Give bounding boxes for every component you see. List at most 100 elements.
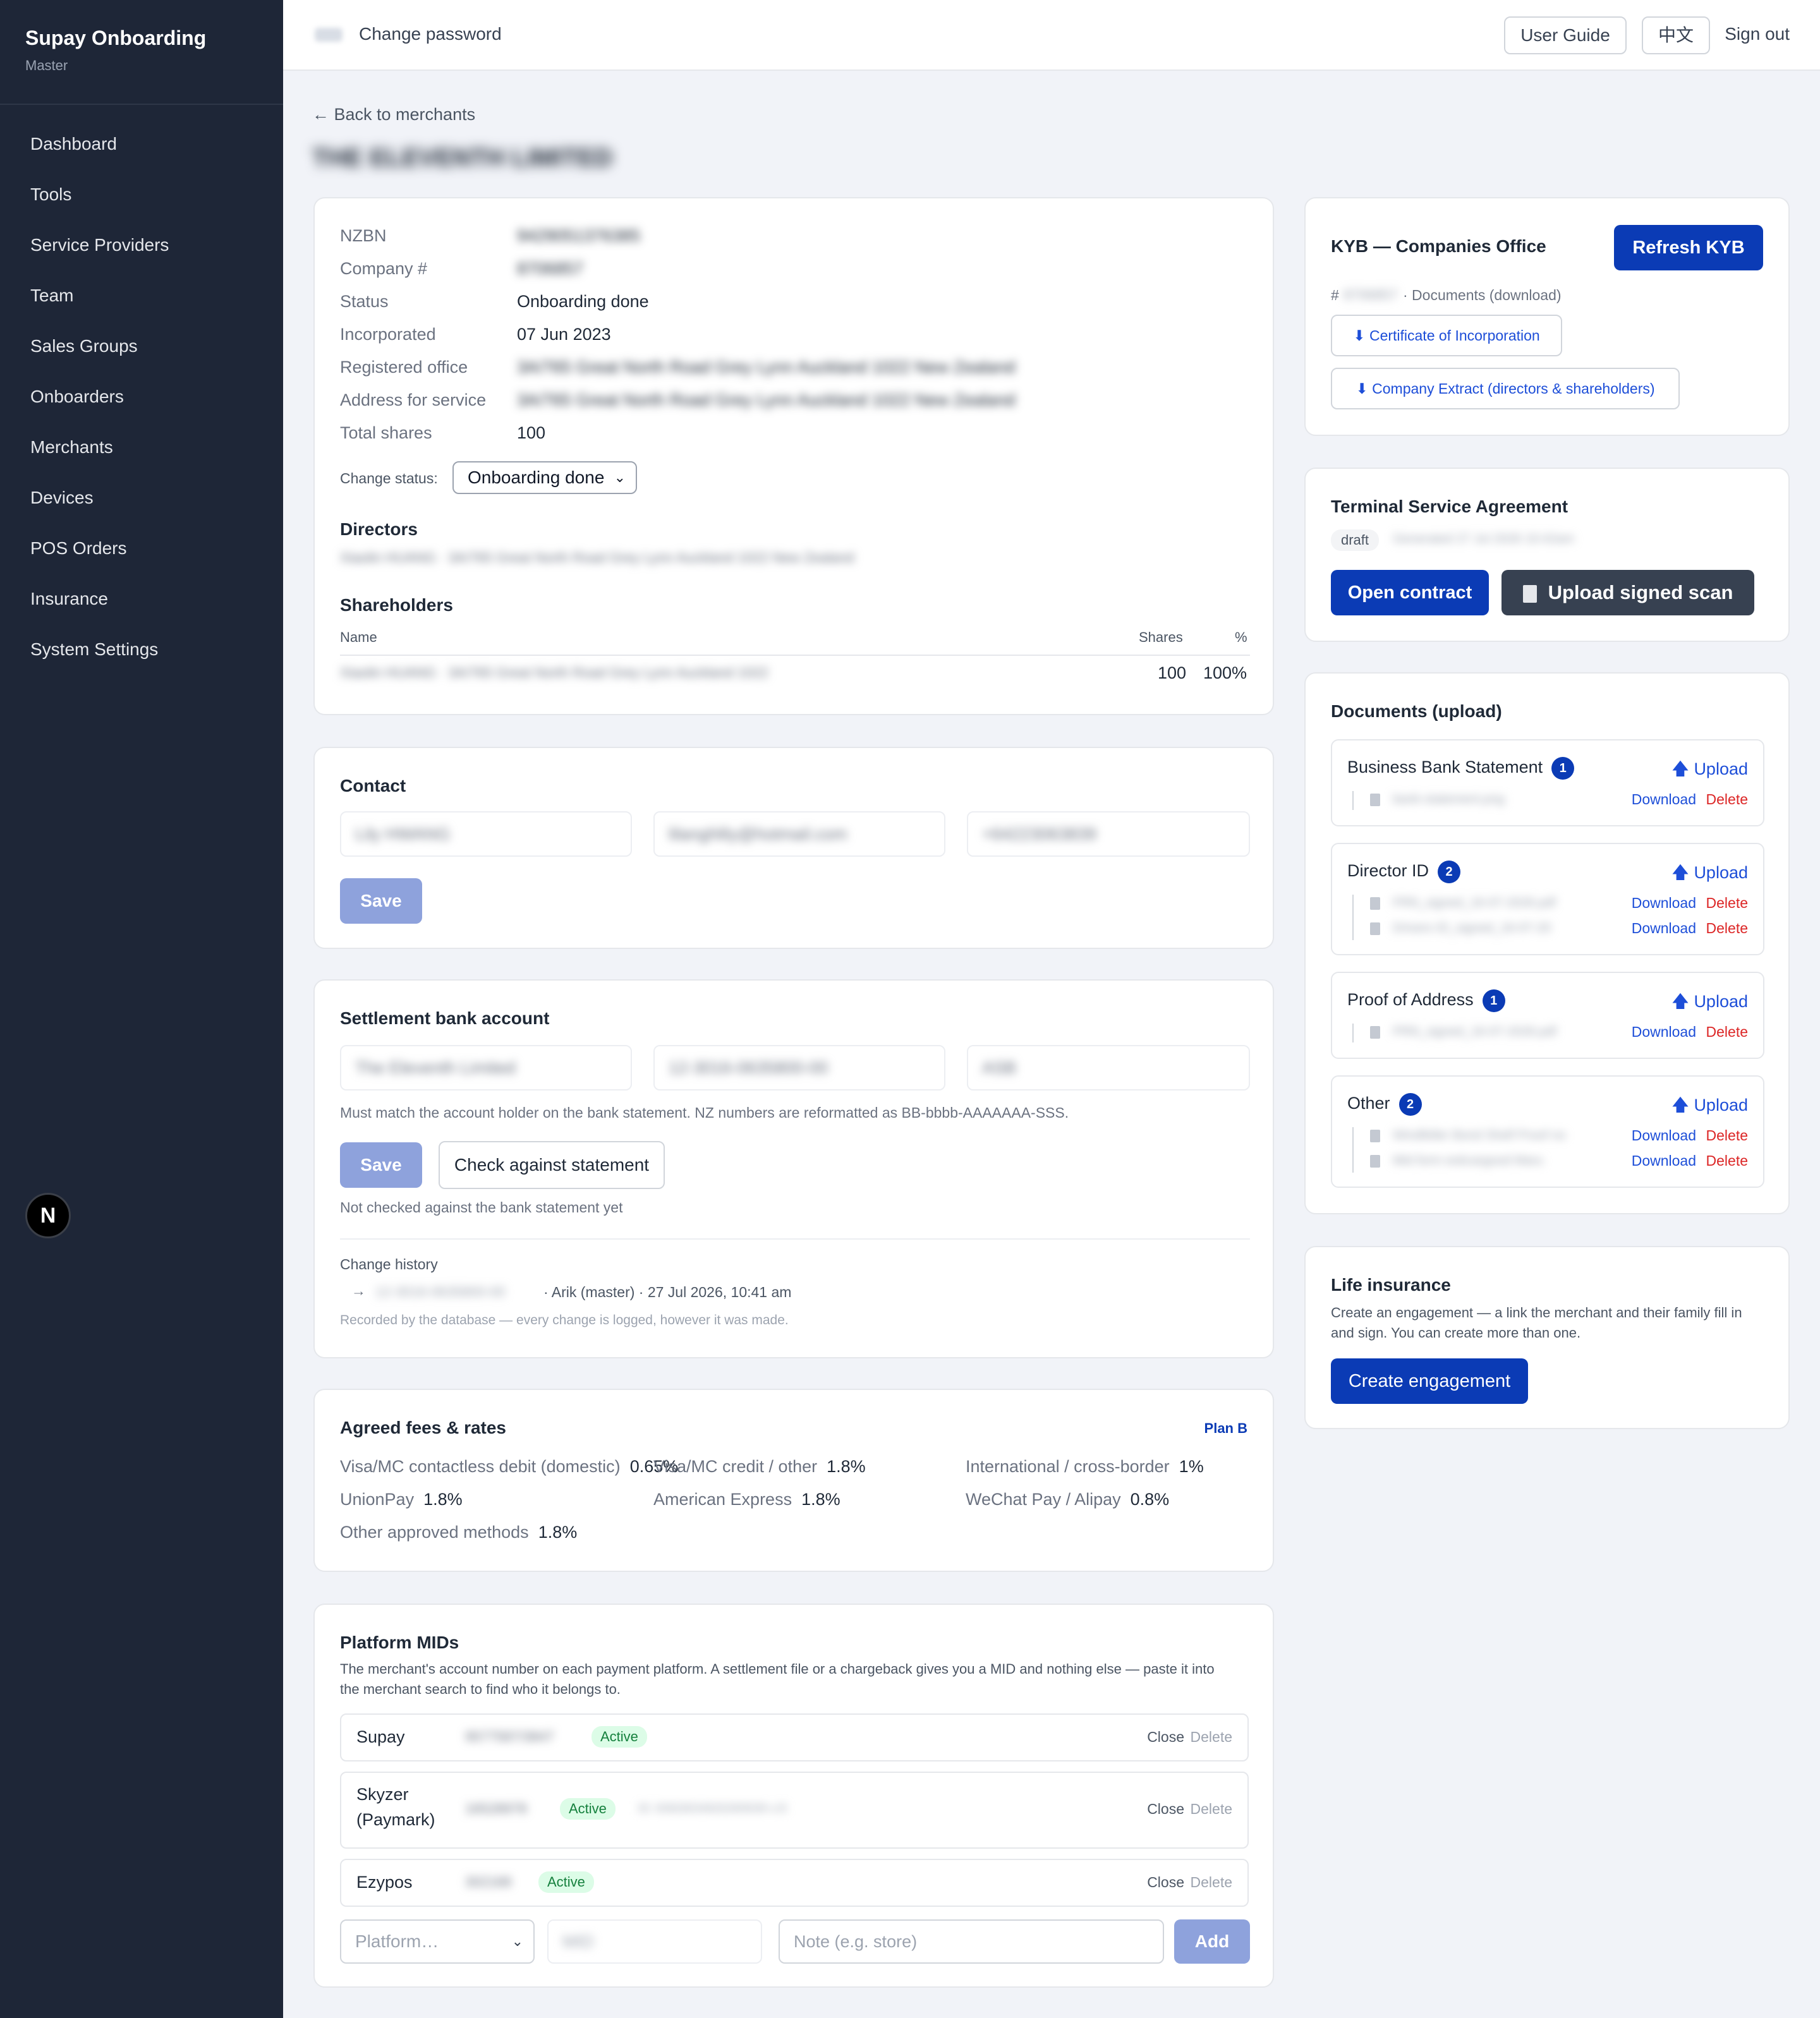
- contact-save-button[interactable]: Save: [340, 878, 422, 924]
- merchant-name: THE ELEVENTH LIMITED: [312, 144, 613, 172]
- file-download-button[interactable]: Download: [1632, 1152, 1696, 1169]
- settlement-save-button[interactable]: Save: [340, 1142, 422, 1188]
- file-download-button[interactable]: Download: [1632, 1127, 1696, 1144]
- file-icon: [1370, 794, 1380, 806]
- mid-close-button[interactable]: Close: [1147, 1729, 1184, 1746]
- file-download-button[interactable]: Download: [1632, 791, 1696, 808]
- change-status-select[interactable]: Onboarding done ⌄: [452, 461, 637, 494]
- sign-out-link[interactable]: Sign out: [1725, 24, 1790, 44]
- upload-button[interactable]: 🡅 Upload: [1671, 861, 1748, 890]
- back-to-merchants-link[interactable]: ← Back to merchants: [312, 105, 475, 124]
- nextjs-dev-badge[interactable]: N: [25, 1193, 71, 1238]
- file-download-button[interactable]: Download: [1632, 920, 1696, 937]
- mid-row: Supay 9577587/3847 Active Close Delete: [340, 1713, 1249, 1761]
- contact-email-input[interactable]: lilanghlily@hotmail.com: [653, 811, 945, 857]
- mid-status: Active: [538, 1871, 594, 1893]
- company-card: NZBN 9429051376385 Company # 8706857 Sta…: [313, 197, 1274, 715]
- doc-group-name: Other: [1347, 1094, 1390, 1113]
- user-guide-button[interactable]: User Guide: [1504, 16, 1627, 54]
- file-icon: [1522, 584, 1537, 603]
- file-icon: [1370, 1130, 1380, 1142]
- fee-value: 1.8%: [423, 1490, 463, 1509]
- file-delete-button[interactable]: Delete: [1706, 895, 1748, 912]
- sidebar-item-devices[interactable]: Devices: [0, 473, 283, 523]
- platform-mids-card: Platform MIDs The merchant's account num…: [313, 1604, 1274, 1988]
- status-value: Onboarding done: [517, 292, 649, 311]
- settlement-heading: Settlement bank account: [340, 1008, 550, 1028]
- file-delete-button[interactable]: Delete: [1706, 1024, 1748, 1041]
- open-contract-button[interactable]: Open contract: [1331, 570, 1489, 615]
- create-engagement-button[interactable]: Create engagement: [1331, 1358, 1528, 1404]
- file-delete-button[interactable]: Delete: [1706, 1152, 1748, 1169]
- doc-group-title: Business Bank Statement 1: [1347, 757, 1575, 780]
- account-holder-value: The Eleventh Limited: [355, 1058, 516, 1077]
- mid-delete-button[interactable]: Delete: [1191, 1729, 1232, 1746]
- account-holder-input[interactable]: The Eleventh Limited: [340, 1045, 632, 1091]
- active-badge: Active: [538, 1871, 594, 1893]
- chevron-down-icon: ⌄: [511, 1933, 523, 1949]
- sidebar-item-pos-orders[interactable]: POS Orders: [0, 523, 283, 574]
- fee-value: 0.8%: [1130, 1490, 1170, 1509]
- mid-delete-button[interactable]: Delete: [1191, 1801, 1232, 1818]
- sidebar-item-onboarders[interactable]: Onboarders: [0, 372, 283, 422]
- company-number-label: Company #: [340, 259, 428, 278]
- sidebar-item-service-providers[interactable]: Service Providers: [0, 220, 283, 270]
- sidebar-item-insurance[interactable]: Insurance: [0, 574, 283, 624]
- contact-card: Contact Lily HWANG lilanghlily@hotmail.c…: [313, 747, 1274, 949]
- account-number-input[interactable]: 12-3016-0635800-00: [653, 1045, 945, 1091]
- doc-group-other: Other 2 🡅 Upload Windfeller Bond Shelf Pr…: [1331, 1075, 1764, 1188]
- file-delete-button[interactable]: Delete: [1706, 920, 1748, 937]
- mid-close-button[interactable]: Close: [1147, 1874, 1184, 1891]
- file-download-button[interactable]: Download: [1632, 895, 1696, 912]
- brand: Supay Onboarding Master: [0, 0, 283, 105]
- mid-platform: Ezypos: [356, 1873, 413, 1892]
- sidebar-item-system-settings[interactable]: System Settings: [0, 624, 283, 675]
- mid-status: Active: [592, 1726, 647, 1748]
- shareholder-name: Xiaolin HUANG · 3A/765 Great North Road …: [340, 665, 768, 680]
- upload-label: Upload: [1694, 1096, 1748, 1115]
- refresh-kyb-button[interactable]: Refresh KYB: [1614, 225, 1763, 270]
- doc-group-title: Other 2: [1347, 1093, 1422, 1116]
- history-value: 12-3016-0635800-00: [375, 1284, 506, 1300]
- file-name: Mid form esticargood Maru: [1393, 1154, 1543, 1168]
- upload-button[interactable]: 🡅 Upload: [1671, 757, 1748, 786]
- fee-value: 1%: [1179, 1457, 1204, 1476]
- change-history-heading: Change history: [340, 1256, 438, 1272]
- mid-add-button[interactable]: Add: [1174, 1919, 1250, 1964]
- file-icon: [1370, 922, 1380, 935]
- sidebar-item-tools[interactable]: Tools: [0, 169, 283, 220]
- upload-signed-scan-button[interactable]: Upload signed scan: [1502, 570, 1754, 615]
- language-toggle-button[interactable]: 中文: [1642, 16, 1710, 54]
- file-delete-button[interactable]: Delete: [1706, 791, 1748, 808]
- fee-value: 1.8%: [827, 1457, 866, 1476]
- change-password-link[interactable]: Change password: [359, 24, 502, 44]
- contact-heading: Contact: [340, 776, 406, 795]
- upload-arrow-icon: 🡅: [1671, 992, 1694, 1011]
- platform-select[interactable]: Platform… ⌄: [340, 1919, 535, 1964]
- upload-label: Upload: [1694, 759, 1748, 778]
- company-extract-download-button[interactable]: ⬇ Company Extract (directors & sharehold…: [1331, 368, 1680, 409]
- mid-note-input[interactable]: Note (e.g. store): [779, 1919, 1164, 1964]
- mid-input[interactable]: MID: [547, 1919, 762, 1964]
- user-avatar: [315, 28, 343, 42]
- chevron-down-icon: ⌄: [614, 469, 626, 485]
- sidebar-item-merchants[interactable]: Merchants: [0, 422, 283, 473]
- bank-name-input[interactable]: ASB: [967, 1045, 1250, 1091]
- sidebar-item-dashboard[interactable]: Dashboard: [0, 119, 283, 169]
- active-badge: Active: [560, 1798, 616, 1820]
- upload-button[interactable]: 🡅 Upload: [1671, 989, 1748, 1018]
- check-against-statement-button[interactable]: Check against statement: [439, 1141, 665, 1189]
- mid-close-button[interactable]: Close: [1147, 1801, 1184, 1818]
- contact-phone-input[interactable]: +64223063839: [967, 811, 1250, 857]
- contact-name-input[interactable]: Lily HWANG: [340, 811, 632, 857]
- mid-delete-button[interactable]: Delete: [1191, 1874, 1232, 1891]
- platform-select-placeholder: Platform…: [355, 1931, 439, 1951]
- sidebar-item-sales-groups[interactable]: Sales Groups: [0, 321, 283, 372]
- upload-button[interactable]: 🡅 Upload: [1671, 1093, 1748, 1122]
- doc-count-badge: 1: [1482, 989, 1505, 1012]
- file-download-button[interactable]: Download: [1632, 1024, 1696, 1041]
- sidebar-item-team[interactable]: Team: [0, 270, 283, 321]
- file-tree-line: [1352, 1127, 1354, 1173]
- certificate-download-button[interactable]: ⬇ Certificate of Incorporation: [1331, 315, 1562, 356]
- file-delete-button[interactable]: Delete: [1706, 1127, 1748, 1144]
